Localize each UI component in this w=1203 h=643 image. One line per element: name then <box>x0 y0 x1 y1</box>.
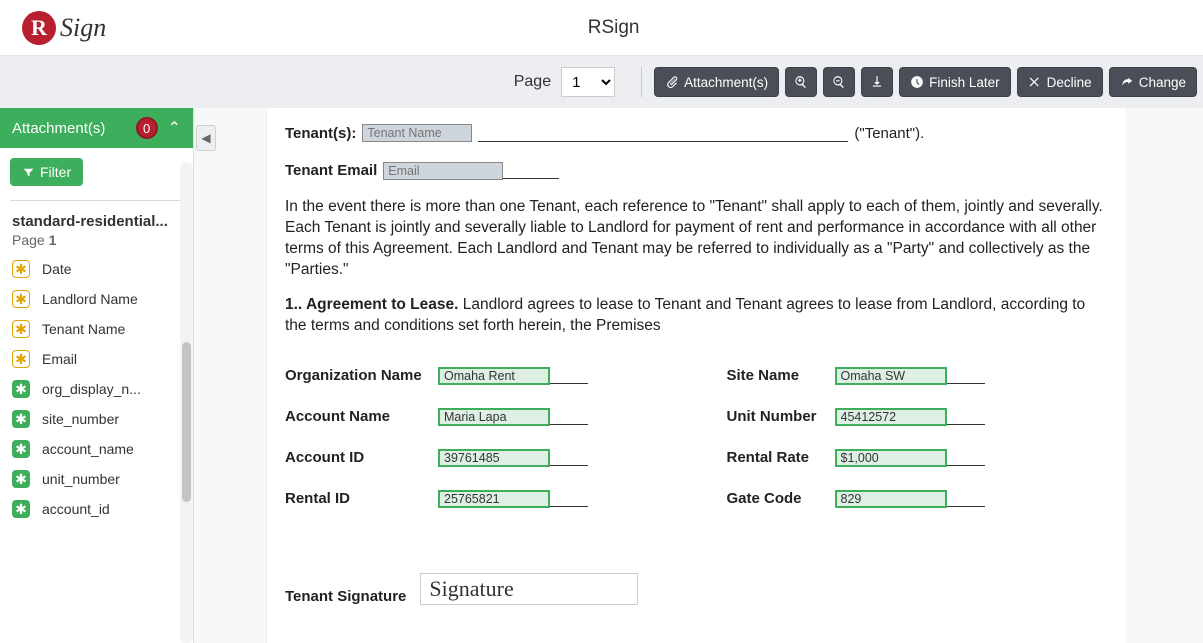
paragraph-joint-several: In the event there is more than one Tena… <box>285 197 1108 281</box>
sidebar-field-label: Email <box>42 351 77 367</box>
document-area[interactable]: Tenant(s): ("Tenant"). Tenant Email In t… <box>194 108 1203 643</box>
sidebar-field-item[interactable]: ✱ account_name <box>0 434 193 464</box>
sidebar-field-item[interactable]: ✱ site_number <box>0 404 193 434</box>
field-list: ✱ Date ✱ Landlord Name ✱ Tenant Name ✱ Email ✱ or… <box>0 254 193 530</box>
page-selector-group: Page 1 <box>514 67 615 97</box>
merge-field-icon: ✱ <box>12 380 30 398</box>
merge-field-icon: ✱ <box>12 470 30 488</box>
merge-field-icon: ✱ <box>12 440 30 458</box>
sidebar-field-label: unit_number <box>42 471 120 487</box>
change-label: Change <box>1139 75 1186 90</box>
site-name-field[interactable] <box>835 367 947 385</box>
sidebar-field-item[interactable]: ✱ account_id <box>0 494 193 524</box>
sidebar-divider <box>10 200 183 201</box>
zoom-in-icon <box>794 75 808 89</box>
account-id-field[interactable] <box>438 449 550 467</box>
sidebar-attachments-label: Attachment(s) <box>12 120 105 137</box>
sidebar-field-label: Date <box>42 261 72 277</box>
sidebar-scrollbar-thumb[interactable] <box>182 342 191 502</box>
sidebar-attachments-header[interactable]: Attachment(s) 0 ⌃ <box>0 108 193 148</box>
zoom-in-button[interactable] <box>785 67 817 97</box>
tenant-name-input[interactable] <box>362 124 472 142</box>
toolbar: Page 1 Attachment(s) Finish Later Declin… <box>0 56 1203 108</box>
sidebar-field-item[interactable]: ✱ Email <box>0 344 193 374</box>
page-title: RSign <box>46 17 1181 39</box>
attachments-count-badge: 0 <box>136 117 158 139</box>
tenant-signature-label: Tenant Signature <box>285 588 406 605</box>
paperclip-icon <box>665 75 679 89</box>
filter-icon <box>22 166 35 179</box>
rental-id-field[interactable] <box>438 490 550 508</box>
filter-label: Filter <box>40 164 71 180</box>
attachments-button[interactable]: Attachment(s) <box>654 67 779 97</box>
required-asterisk-icon: ✱ <box>12 290 30 308</box>
zoom-out-icon <box>832 75 846 89</box>
download-button[interactable] <box>861 67 893 97</box>
toolbar-divider <box>641 67 642 97</box>
sidebar-field-item[interactable]: ✱ unit_number <box>0 464 193 494</box>
document-gutter <box>194 108 266 643</box>
page-label: Page <box>514 73 551 91</box>
chevron-left-icon: ◀ <box>201 131 210 145</box>
document-name[interactable]: standard-residential... <box>0 207 193 232</box>
filter-button[interactable]: Filter <box>10 158 83 186</box>
merge-field-icon: ✱ <box>12 500 30 518</box>
attachments-button-label: Attachment(s) <box>684 75 768 90</box>
share-icon <box>1120 75 1134 89</box>
chevron-up-icon: ⌃ <box>168 118 181 138</box>
unit-number-label: Unit Number <box>727 408 827 425</box>
document-page: Tenant(s): ("Tenant"). Tenant Email In t… <box>266 108 1126 643</box>
sidebar-field-label: org_display_n... <box>42 381 141 397</box>
account-name-field[interactable] <box>438 408 550 426</box>
app-header: R Sign RSign <box>0 0 1203 56</box>
rental-rate-field[interactable] <box>835 449 947 467</box>
decline-button[interactable]: Decline <box>1017 67 1103 97</box>
sidebar-field-item[interactable]: ✱ Date <box>0 254 193 284</box>
close-icon <box>1028 75 1042 89</box>
zoom-out-button[interactable] <box>823 67 855 97</box>
tenant-signature-field[interactable]: Signature <box>420 573 638 605</box>
site-name-label: Site Name <box>727 367 827 384</box>
org-name-field[interactable] <box>438 367 550 385</box>
rental-id-label: Rental ID <box>285 490 430 507</box>
gate-code-field[interactable] <box>835 490 947 508</box>
required-asterisk-icon: ✱ <box>12 320 30 338</box>
org-name-label: Organization Name <box>285 367 430 384</box>
main: Attachment(s) 0 ⌃ Filter standard-reside… <box>0 108 1203 643</box>
rental-rate-label: Rental Rate <box>727 449 827 466</box>
unit-number-field[interactable] <box>835 408 947 426</box>
change-signer-button[interactable]: Change <box>1109 67 1197 97</box>
paragraph-agreement-lease: 1.. Agreement to Lease. Landlord agrees … <box>285 295 1108 337</box>
merge-field-icon: ✱ <box>12 410 30 428</box>
page-select[interactable]: 1 <box>561 67 615 97</box>
sidebar-field-label: site_number <box>42 411 119 427</box>
sidebar-field-item[interactable]: ✱ Tenant Name <box>0 314 193 344</box>
tenant-label: Tenant(s): <box>285 125 356 142</box>
sidebar-field-item[interactable]: ✱ Landlord Name <box>0 284 193 314</box>
sidebar-page-section: Page 1 <box>0 232 193 254</box>
sidebar-field-label: account_id <box>42 501 110 517</box>
sidebar-field-label: Landlord Name <box>42 291 138 307</box>
finish-later-label: Finish Later <box>929 75 1000 90</box>
clock-icon <box>910 75 924 89</box>
gate-code-label: Gate Code <box>727 490 827 507</box>
sidebar-field-label: account_name <box>42 441 134 457</box>
collapse-sidebar-button[interactable]: ◀ <box>196 125 216 151</box>
decline-label: Decline <box>1047 75 1092 90</box>
tenant-email-label: Tenant Email <box>285 162 377 179</box>
tenant-email-input[interactable] <box>383 162 503 180</box>
sidebar: Attachment(s) 0 ⌃ Filter standard-reside… <box>0 108 194 643</box>
sidebar-field-label: Tenant Name <box>42 321 125 337</box>
finish-later-button[interactable]: Finish Later <box>899 67 1011 97</box>
required-asterisk-icon: ✱ <box>12 350 30 368</box>
tenant-suffix: ("Tenant"). <box>854 125 924 142</box>
sidebar-scrollbar-track[interactable] <box>180 162 193 643</box>
download-icon <box>870 75 884 89</box>
account-id-label: Account ID <box>285 449 430 466</box>
account-name-label: Account Name <box>285 408 430 425</box>
sidebar-field-item[interactable]: ✱ org_display_n... <box>0 374 193 404</box>
required-asterisk-icon: ✱ <box>12 260 30 278</box>
